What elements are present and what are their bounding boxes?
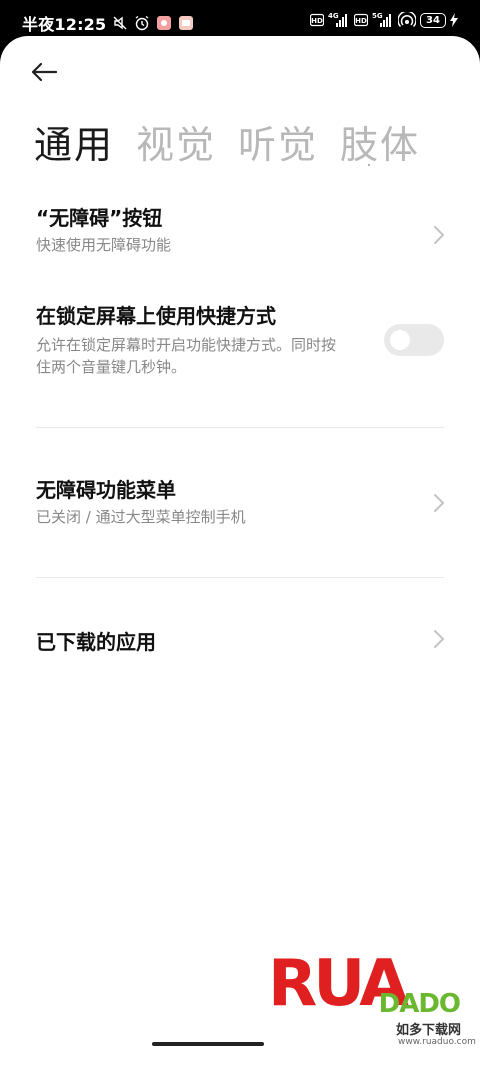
watermark-cn: 如多下载网 xyxy=(396,1023,462,1038)
item-subtitle: 快速使用无障碍功能 xyxy=(36,236,172,254)
back-arrow-icon xyxy=(31,62,58,82)
app-notification-icon-2 xyxy=(179,16,194,30)
watermark-brand-small: DADO xyxy=(378,989,461,1019)
hd-label-2: HD xyxy=(355,17,367,25)
home-indicator[interactable] xyxy=(152,1042,264,1046)
tab-general[interactable]: 通用 xyxy=(34,114,114,169)
divider xyxy=(36,427,444,428)
item-subtitle-line1: 允许在锁定屏幕时开启功能快捷方式。同时按 xyxy=(36,336,337,354)
divider xyxy=(36,577,444,578)
tab-physical[interactable]: 肢体 xyxy=(340,114,420,169)
signal-5g-icon: 5G xyxy=(372,12,391,27)
app-notification-icon xyxy=(157,16,172,30)
status-left: 半夜12:25 xyxy=(22,11,194,35)
item-title: “无障碍”按钮 xyxy=(36,206,163,230)
charging-icon xyxy=(450,13,458,27)
back-button[interactable] xyxy=(30,54,70,90)
category-tabs: 通用 视觉 听觉 肢体 xyxy=(34,114,420,169)
hd-icon: HD xyxy=(310,13,324,27)
tab-hearing[interactable]: 听觉 xyxy=(238,114,318,169)
watermark-logo: RUA DADO 如多下载网 www.ruaduo.com xyxy=(268,947,476,1057)
downloaded-apps-item[interactable]: 已下载的应用 xyxy=(0,620,480,660)
item-subtitle: 已关闭 / 通过大型菜单控制手机 xyxy=(36,508,246,526)
hd-icon-2: HD xyxy=(354,13,368,27)
item-title: 已下载的应用 xyxy=(36,630,156,654)
status-bar: 半夜12:25 HD 4G HD 5G 34 xyxy=(0,0,480,40)
accessibility-button-item[interactable]: “无障碍”按钮 快速使用无障碍功能 xyxy=(0,196,480,272)
signal-4g-icon: 4G xyxy=(328,12,347,27)
status-time: 半夜12:25 xyxy=(22,15,107,34)
alarm-icon xyxy=(135,15,149,31)
toggle-knob xyxy=(390,330,410,350)
item-title: 在锁定屏幕上使用快捷方式 xyxy=(36,304,276,328)
accessibility-menu-item[interactable]: 无障碍功能菜单 已关闭 / 通过大型菜单控制手机 xyxy=(0,466,480,542)
chevron-right-icon xyxy=(434,630,444,648)
settings-sheet: 通用 视觉 听觉 肢体 “无障碍”按钮 快速使用无障碍功能 在锁定屏幕上使用快捷… xyxy=(0,36,480,1066)
network-5g-label: 5G xyxy=(372,12,383,20)
watermark-url: www.ruaduo.com xyxy=(398,1037,476,1047)
mute-icon xyxy=(113,16,127,30)
tab-vision[interactable]: 视觉 xyxy=(136,114,216,169)
lock-screen-shortcut-toggle[interactable] xyxy=(384,324,444,356)
network-4g-label: 4G xyxy=(328,12,339,20)
hotspot-icon xyxy=(398,12,416,28)
hd-label-1: HD xyxy=(311,17,323,25)
chevron-right-icon xyxy=(434,226,444,244)
chevron-right-icon xyxy=(434,494,444,512)
status-right: HD 4G HD 5G 34 xyxy=(310,12,458,28)
item-subtitle-line2: 住两个音量键几秒钟。 xyxy=(36,358,187,376)
item-title: 无障碍功能菜单 xyxy=(36,478,176,502)
battery-indicator: 34 xyxy=(420,12,446,28)
lock-screen-shortcut-item: 在锁定屏幕上使用快捷方式 允许在锁定屏幕时开启功能快捷方式。同时按 住两个音量键… xyxy=(0,292,480,388)
decorative-dot xyxy=(368,164,370,166)
